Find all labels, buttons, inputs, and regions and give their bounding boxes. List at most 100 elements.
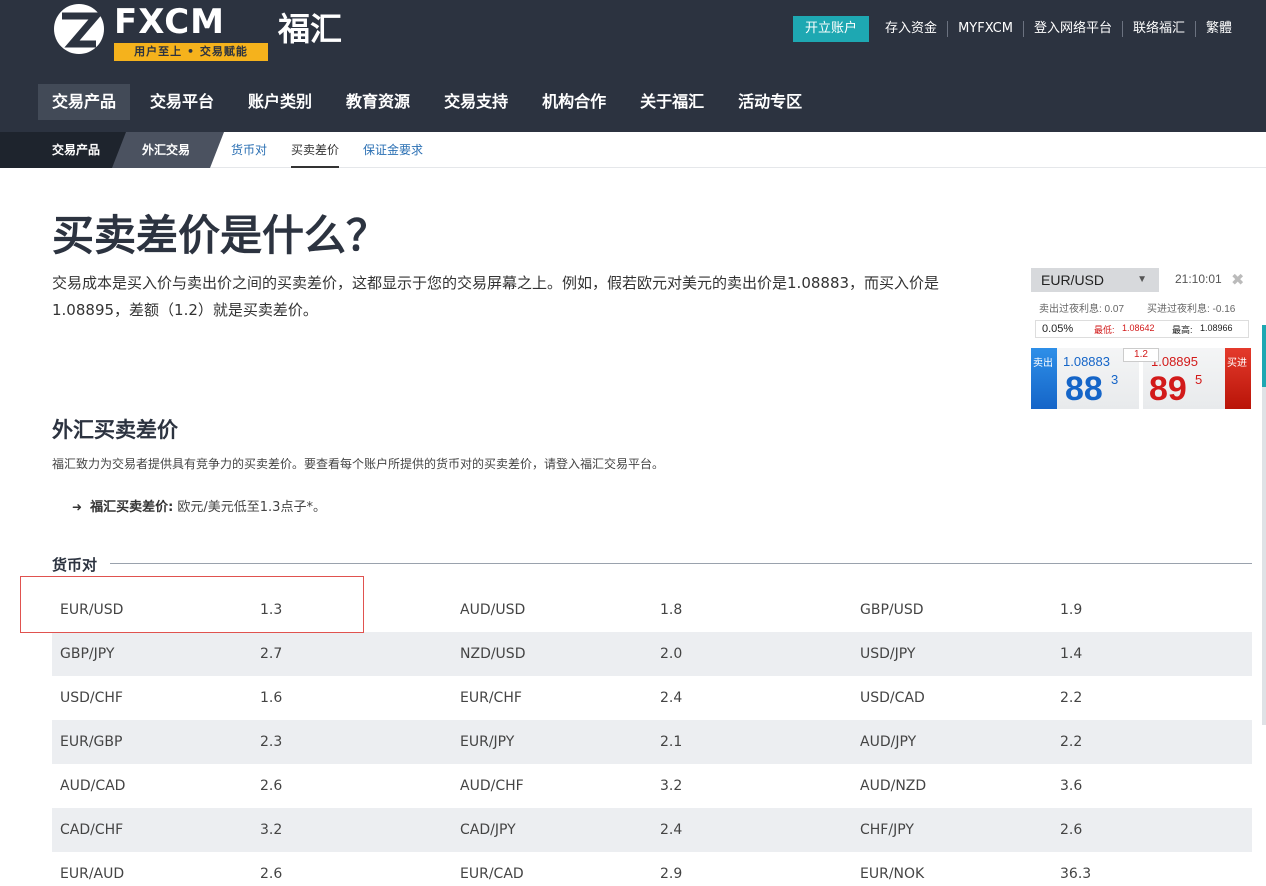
sell-label: 卖出	[1031, 348, 1057, 409]
page-title: 买卖差价是什么？	[52, 211, 389, 260]
buy-label: 买进	[1225, 348, 1251, 409]
table-cell: CAD/CHF	[60, 822, 124, 838]
table-cell: AUD/CAD	[60, 778, 126, 794]
table-cell: GBP/JPY	[60, 646, 115, 662]
sell-price-pip: 3	[1111, 372, 1119, 387]
table-cell: AUD/NZD	[860, 778, 927, 794]
scrollbar-thumb[interactable]	[1262, 325, 1266, 387]
table-cell: 2.7	[260, 646, 283, 662]
chevron-down-icon: ▼	[1137, 274, 1147, 285]
table-cell: AUD/CHF	[460, 778, 524, 794]
price-widget: EUR/USD ▼ 21:10:01 ✖ 卖出过夜利息: 0.07 买进过夜利息…	[1031, 268, 1252, 409]
intro-text: 交易成本是买入价与卖出价之间的买卖差价，这都显示于您的交易屏幕之上。例如，假若欧…	[52, 274, 940, 319]
table-cell: 2.6	[260, 866, 283, 882]
table-cell: 2.2	[1060, 690, 1083, 706]
sub-nav: 交易产品 外汇交易 货币对 买卖差价 保证金要求	[0, 132, 1266, 168]
table-cell: USD/CAD	[860, 690, 925, 706]
nav-item-institutional[interactable]: 机构合作	[528, 84, 620, 120]
top-link-contact[interactable]: 联络福汇	[1121, 21, 1195, 37]
nav-item-products[interactable]: 交易产品	[38, 84, 131, 120]
nav-item-promotions[interactable]: 活动专区	[724, 84, 816, 120]
spread-badge: 1.2	[1123, 348, 1159, 362]
pair-select-value: EUR/USD	[1041, 272, 1105, 288]
fxcm-logo-icon	[54, 4, 104, 54]
top-link-web-platform[interactable]: 登入网络平台	[1022, 21, 1122, 37]
table-cell: 2.6	[260, 778, 283, 794]
buy-price-pip: 5	[1195, 372, 1203, 387]
high-label: 最高:	[1172, 325, 1193, 335]
table-cell: USD/JPY	[860, 646, 916, 662]
table-cell: 2.4	[660, 690, 683, 706]
table-header: 货币对	[52, 556, 98, 574]
table-cell: EUR/AUD	[60, 866, 125, 882]
table-cell: AUD/USD	[460, 602, 526, 618]
subnav-spreads[interactable]: 买卖差价	[291, 132, 340, 168]
table-cell: EUR/CHF	[460, 690, 522, 706]
nav-item-support[interactable]: 交易支持	[430, 84, 522, 120]
nav-item-education[interactable]: 教育资源	[332, 84, 424, 120]
table-cell: 1.6	[260, 690, 283, 706]
table-cell: 3.6	[1060, 778, 1083, 794]
high-value: 1.08966	[1200, 323, 1233, 333]
table-cell: EUR/CAD	[460, 866, 524, 882]
logo-cn-text: 福汇	[278, 10, 343, 48]
nav-item-about[interactable]: 关于福汇	[626, 84, 718, 120]
table-divider	[110, 563, 1252, 564]
section-title: 外汇买卖差价	[52, 418, 178, 442]
highlight-box	[20, 576, 364, 633]
sell-rollover: 卖出过夜利息: 0.07	[1039, 304, 1125, 315]
top-link-deposit[interactable]: 存入资金	[875, 21, 947, 37]
table-row: GBP/JPY 2.7 NZD/USD 2.0 USD/JPY 1.4	[52, 632, 1252, 676]
table-cell: 2.0	[660, 646, 683, 662]
subnav-currency-pairs[interactable]: 货币对	[231, 132, 267, 168]
table-cell: 36.3	[1060, 866, 1092, 882]
table-row: EUR/AUD 2.6 EUR/CAD 2.9 EUR/NOK 36.3	[52, 852, 1252, 886]
buy-button[interactable]: 1.08895 89 5 买进	[1143, 348, 1251, 409]
table-row: USD/CHF 1.6 EUR/CHF 2.4 USD/CAD 2.2	[52, 676, 1252, 720]
table-cell: 3.2	[260, 822, 283, 838]
subnav-margin[interactable]: 保证金要求	[363, 132, 423, 168]
table-cell: 2.3	[260, 734, 283, 750]
table-cell: CAD/JPY	[460, 822, 516, 838]
nav-item-accounts[interactable]: 账户类别	[234, 84, 326, 120]
arrow-right-icon: ➜	[72, 500, 83, 514]
open-account-button[interactable]: 开立账户	[793, 16, 870, 42]
table-cell: AUD/JPY	[860, 734, 917, 750]
price-stats: 0.05% 最低: 1.08642 最高: 1.08966	[1035, 320, 1249, 338]
table-cell: EUR/NOK	[860, 866, 925, 882]
site-header: FXCM 福汇 用户至上 • 交易赋能 开立账户 存入资金 MYFXCM 登入网…	[0, 0, 1266, 132]
table-row: EUR/GBP 2.3 EUR/JPY 2.1 AUD/JPY 2.2	[52, 720, 1252, 764]
table-row: AUD/CAD 2.6 AUD/CHF 3.2 AUD/NZD 3.6	[52, 764, 1252, 808]
low-label: 最低:	[1094, 325, 1115, 335]
main-nav: 交易产品 交易平台 账户类别 教育资源 交易支持 机构合作 关于福汇 活动专区	[38, 84, 822, 120]
table-cell: EUR/JPY	[460, 734, 515, 750]
logo-slogan: 用户至上 • 交易赋能	[114, 43, 268, 61]
pair-select[interactable]: EUR/USD ▼	[1031, 268, 1159, 292]
bullet-label: 福汇买卖差价:	[90, 500, 174, 515]
bullet-text: 欧元/美元低至1.3点子*。	[173, 500, 326, 515]
table-cell: 2.1	[660, 734, 683, 750]
fxcm-logo[interactable]: FXCM 福汇 用户至上 • 交易赋能	[52, 0, 352, 62]
low-value: 1.08642	[1122, 323, 1155, 333]
table-cell: GBP/USD	[860, 602, 924, 618]
sell-price: 1.08883	[1063, 354, 1110, 369]
table-cell: 2.9	[660, 866, 683, 882]
top-links: 开立账户 存入资金 MYFXCM 登入网络平台 联络福汇 繁體	[793, 16, 1242, 42]
table-cell: 1.9	[1060, 602, 1083, 618]
breadcrumb-forex[interactable]: 外汇交易	[112, 132, 224, 168]
close-icon[interactable]: ✖	[1231, 270, 1244, 290]
section-description: 福汇致力为交易者提供具有竞争力的买卖差价。要查看每个账户所提供的货币对的买卖差价…	[52, 457, 665, 471]
breadcrumb-products[interactable]: 交易产品	[0, 132, 126, 168]
top-link-myfxcm[interactable]: MYFXCM	[947, 21, 1023, 37]
buy-price-big: 89	[1149, 370, 1187, 408]
table-row: CAD/CHF 3.2 CAD/JPY 2.4 CHF/JPY 2.6	[52, 808, 1252, 852]
table-cell: EUR/GBP	[60, 734, 123, 750]
table-cell: 1.8	[660, 602, 683, 618]
spread-bullet: ➜ 福汇买卖差价: 欧元/美元低至1.3点子*。	[72, 496, 326, 515]
widget-header: EUR/USD ▼ 21:10:01 ✖	[1031, 268, 1252, 292]
change-percent: 0.05%	[1042, 323, 1074, 335]
table-cell: 3.2	[660, 778, 683, 794]
table-cell: 2.6	[1060, 822, 1083, 838]
top-link-traditional[interactable]: 繁體	[1194, 21, 1242, 37]
nav-item-platforms[interactable]: 交易平台	[136, 84, 228, 120]
